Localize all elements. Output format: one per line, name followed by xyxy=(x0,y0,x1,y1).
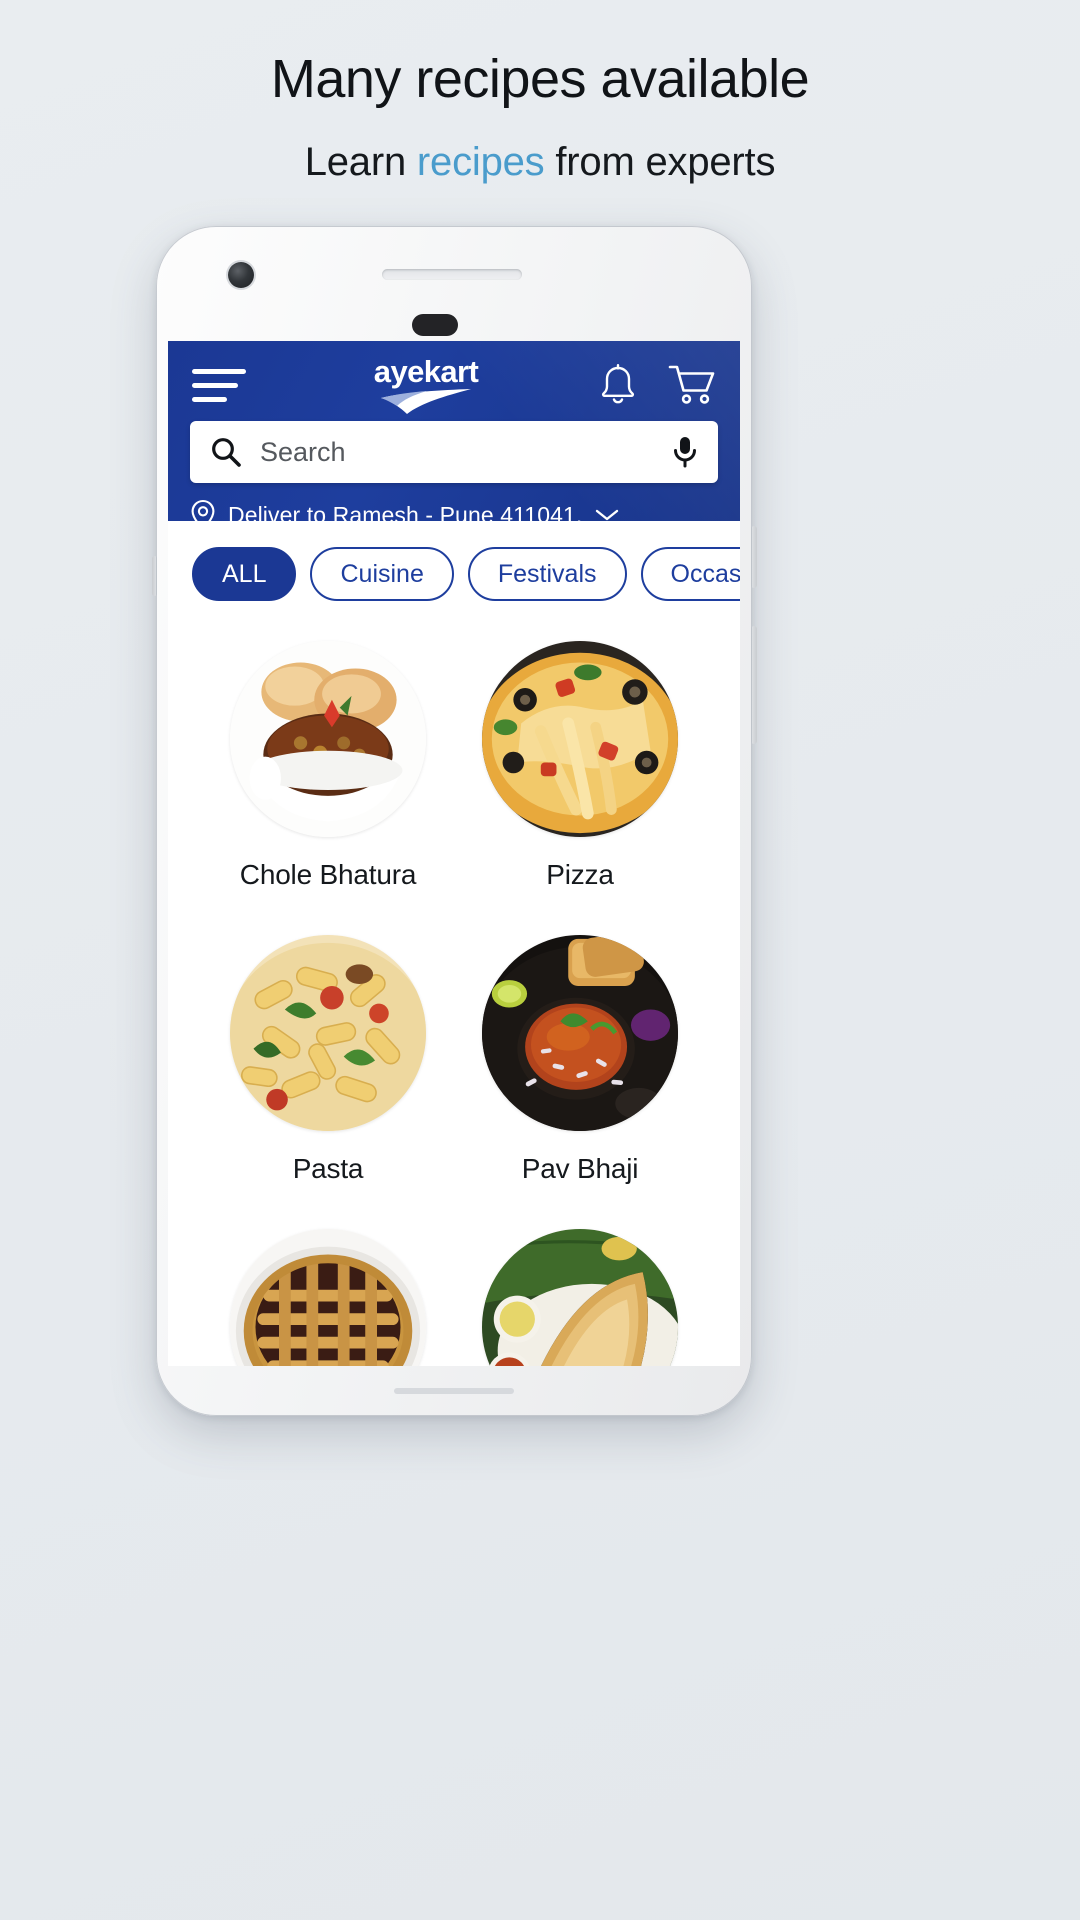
app-header-actions xyxy=(598,363,716,407)
recipe-label: Pizza xyxy=(546,859,614,890)
recipe-card[interactable]: Pav Bhaji xyxy=(454,935,706,1185)
search-input[interactable] xyxy=(260,436,654,468)
chole-bhatura-photo xyxy=(230,641,426,837)
masala-dosa-photo xyxy=(482,1229,678,1366)
power-button[interactable] xyxy=(751,526,757,588)
pizza-photo xyxy=(482,641,678,837)
pav-bhaji-photo xyxy=(482,935,678,1131)
shopping-cart-icon[interactable] xyxy=(668,363,716,407)
phone-top-bezel xyxy=(156,226,752,341)
filter-chip-all[interactable]: ALL xyxy=(192,547,297,601)
recipe-card[interactable]: Pasta xyxy=(202,935,454,1185)
earpiece-speaker xyxy=(382,269,522,280)
volume-button[interactable] xyxy=(751,626,757,744)
brand-name: ayekart xyxy=(373,353,479,389)
app-header: ayekart Search Deliver to Ramesh - Pune … xyxy=(168,341,740,531)
filter-chip-row: ALL Cuisine Festivals Occasion xyxy=(168,521,740,601)
recipe-grid: Chole Bhatura Pizza Pasta Pav Bhaji xyxy=(168,601,740,1366)
pie-photo xyxy=(230,1229,426,1366)
home-indicator xyxy=(394,1388,514,1394)
recipe-card[interactable]: Pie xyxy=(202,1229,454,1366)
filter-chip-festivals[interactable]: Festivals xyxy=(467,547,627,601)
chevron-down-icon[interactable] xyxy=(594,507,620,523)
location-pin-icon xyxy=(191,499,215,531)
search-bar-container xyxy=(168,415,740,483)
promo-screenshot: Many recipes available Learn recipes fro… xyxy=(0,0,1080,1920)
hamburger-line xyxy=(192,382,238,388)
recipe-card[interactable]: Masala Dosa xyxy=(454,1229,706,1366)
delivery-location-bar[interactable]: Deliver to Ramesh - Pune 411041. xyxy=(168,483,740,531)
recipe-card[interactable]: Chole Bhatura xyxy=(202,641,454,891)
front-camera-icon xyxy=(228,262,254,288)
recipe-card[interactable]: Pizza xyxy=(454,641,706,891)
hamburger-menu-icon[interactable] xyxy=(192,368,246,402)
bell-icon[interactable] xyxy=(598,363,638,407)
recipe-label: Pav Bhaji xyxy=(521,1153,639,1184)
hamburger-line xyxy=(192,396,227,402)
app-header-row: ayekart xyxy=(168,341,740,415)
hamburger-line xyxy=(192,368,246,374)
app-screen: ayekart Search Deliver to Ramesh - Pune … xyxy=(168,341,740,1366)
sensor-module xyxy=(412,314,458,336)
promo-subheadline: Learn recipes from experts xyxy=(0,140,1080,185)
filter-chip-occasion[interactable]: Occasion xyxy=(640,547,740,601)
filter-chip-cuisine[interactable]: Cuisine xyxy=(310,547,454,601)
left-side-button[interactable] xyxy=(152,556,157,596)
promo-headline: Many recipes available xyxy=(270,49,810,109)
recipe-label: Chole Bhatura xyxy=(239,859,417,890)
delivery-address-text: Deliver to Ramesh - Pune 411041. xyxy=(228,501,583,528)
phone-mockup: ayekart Search Deliver to Ramesh - Pune … xyxy=(152,226,757,1416)
brand-logo[interactable]: ayekart xyxy=(264,356,588,415)
subheadline-suffix: from experts xyxy=(544,140,776,185)
subheadline-accent: recipes xyxy=(416,140,545,185)
pasta-photo xyxy=(230,935,426,1131)
promo-text-block: Many recipes available Learn recipes fro… xyxy=(0,48,1080,185)
search-icon xyxy=(212,438,241,467)
subheadline-prefix: Learn xyxy=(304,140,417,185)
recipe-label: Pasta xyxy=(292,1153,364,1184)
microphone-icon[interactable] xyxy=(672,435,698,469)
brand-swoosh-icon xyxy=(381,388,471,414)
search-bar[interactable] xyxy=(190,421,718,483)
